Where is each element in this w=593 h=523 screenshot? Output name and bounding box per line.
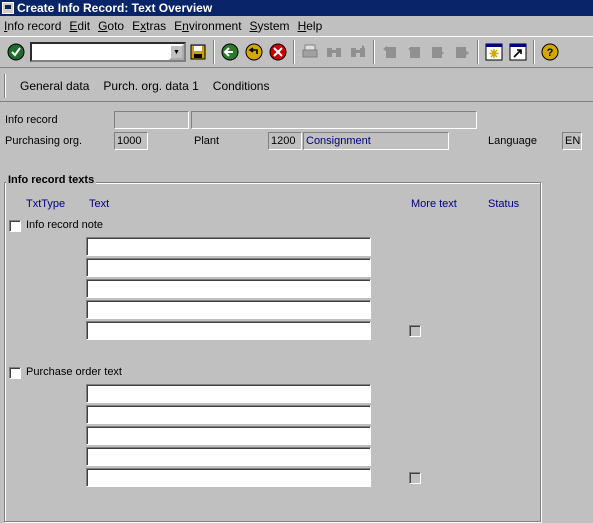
po-text-checkbox[interactable] (9, 367, 21, 379)
po-text-line-1[interactable] (86, 384, 371, 403)
window-menu-icon[interactable] (2, 2, 14, 14)
menu-environment[interactable]: Environment (170, 19, 245, 33)
language-field: EN (562, 132, 582, 150)
title-bar: Create Info Record: Text Overview (0, 0, 593, 16)
cancel-icon[interactable] (267, 41, 289, 63)
shortcut-icon[interactable] (507, 41, 529, 63)
menu-bar: Info record Edit Goto Extras Environment… (0, 16, 593, 35)
standard-toolbar: ▼ ? (0, 36, 593, 68)
find-icon[interactable] (323, 41, 345, 63)
toolbar-grip (4, 73, 6, 98)
help-icon[interactable]: ? (539, 41, 561, 63)
back-icon[interactable] (219, 41, 241, 63)
toolbar-separator (477, 40, 479, 64)
toolbar-separator (293, 40, 295, 64)
menu-help[interactable]: Help (294, 19, 327, 33)
group-title: Info record texts (6, 174, 97, 186)
last-page-icon[interactable] (451, 41, 473, 63)
plant-field: 1200 (268, 132, 302, 150)
toolbar-separator (373, 40, 375, 64)
info-record-note-checkbox[interactable] (9, 220, 21, 232)
save-icon[interactable] (187, 41, 209, 63)
window-title: Create Info Record: Text Overview (17, 1, 213, 15)
menu-system[interactable]: System (246, 19, 294, 33)
po-text-more-text-checkbox[interactable] (409, 472, 421, 484)
menu-extras[interactable]: Extras (128, 19, 170, 33)
column-txttype[interactable]: TxtType (26, 198, 65, 210)
menu-info-record[interactable]: Info record (0, 19, 65, 33)
plant-label: Plant (194, 135, 220, 147)
info-note-line-5[interactable] (86, 321, 371, 340)
first-page-icon[interactable] (379, 41, 401, 63)
general-data-button[interactable]: General data (14, 79, 97, 93)
info-note-line-4[interactable] (86, 300, 371, 319)
info-category-field: Consignment (303, 132, 449, 150)
po-text-label: Purchase order text (26, 366, 122, 378)
info-record-label: Info record (5, 114, 58, 126)
purch-org-data-button[interactable]: Purch. org. data 1 (97, 79, 206, 93)
command-dropdown-icon[interactable]: ▼ (169, 44, 184, 60)
conditions-button[interactable]: Conditions (207, 79, 278, 93)
create-session-icon[interactable] (483, 41, 505, 63)
toolbar-separator (213, 40, 215, 64)
column-text[interactable]: Text (89, 198, 109, 210)
svg-text:?: ? (547, 47, 554, 59)
info-note-line-1[interactable] (86, 237, 371, 256)
purchasing-org-field: 1000 (114, 132, 148, 150)
po-text-line-2[interactable] (86, 405, 371, 424)
info-record-description (191, 111, 477, 129)
info-note-line-2[interactable] (86, 258, 371, 277)
info-note-line-3[interactable] (86, 279, 371, 298)
po-text-line-5[interactable] (86, 468, 371, 487)
print-icon[interactable] (299, 41, 321, 63)
column-status[interactable]: Status (488, 198, 519, 210)
command-field[interactable]: ▼ (30, 42, 186, 62)
language-label: Language (488, 135, 537, 147)
previous-page-icon[interactable] (403, 41, 425, 63)
toolbar-separator (533, 40, 535, 64)
exit-icon[interactable] (243, 41, 265, 63)
info-record-note-label: Info record note (26, 219, 104, 231)
po-text-line-3[interactable] (86, 426, 371, 445)
info-record-field (114, 111, 189, 129)
application-toolbar: General data Purch. org. data 1 Conditio… (0, 70, 593, 102)
menu-goto[interactable]: Goto (94, 19, 128, 33)
next-page-icon[interactable] (427, 41, 449, 63)
info-note-more-text-checkbox[interactable] (409, 325, 421, 337)
po-text-line-4[interactable] (86, 447, 371, 466)
menu-edit[interactable]: Edit (65, 19, 94, 33)
column-more-text[interactable]: More text (411, 198, 457, 210)
purchasing-org-label: Purchasing org. (5, 135, 83, 147)
enter-icon[interactable] (5, 41, 27, 63)
find-next-icon[interactable] (347, 41, 369, 63)
